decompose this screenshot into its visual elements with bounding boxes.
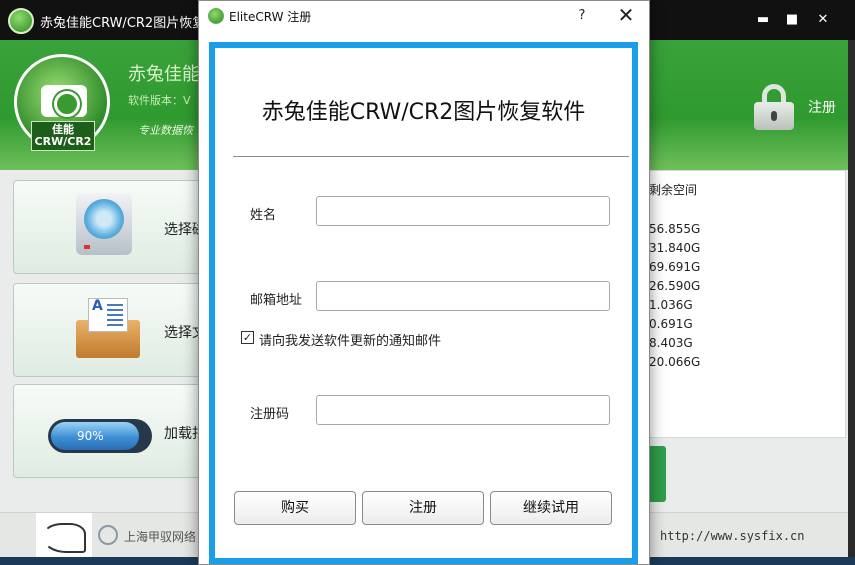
- header-app-name: 赤兔佳能: [128, 64, 200, 85]
- window-edge: [848, 40, 855, 557]
- app-logo-icon: [8, 8, 34, 34]
- divider: [233, 156, 629, 157]
- email-input[interactable]: [316, 281, 610, 311]
- name-input[interactable]: [316, 196, 610, 226]
- select-file-tile[interactable]: A 选择文: [13, 283, 213, 377]
- free-space-cell[interactable]: 26.590G: [649, 279, 700, 293]
- footer-website-link[interactable]: http://www.sysfix.cn: [660, 529, 805, 543]
- free-space-cell[interactable]: 8.403G: [649, 336, 693, 350]
- free-space-cell[interactable]: 56.855G: [649, 222, 700, 236]
- register-button[interactable]: 注册: [362, 491, 484, 525]
- free-space-cell[interactable]: 69.691G: [649, 260, 700, 274]
- registration-code-input[interactable]: [316, 395, 610, 425]
- registration-code-label: 注册码: [250, 407, 290, 422]
- company-icon: [98, 525, 118, 545]
- free-space-cell[interactable]: 20.066G: [649, 355, 700, 369]
- progress-fill: 90%: [51, 422, 140, 450]
- brand-badge-icon: 佳能 CRW/CR2: [14, 54, 110, 151]
- lock-icon[interactable]: [754, 84, 794, 130]
- free-space-column-header: 剩余空间: [649, 183, 698, 197]
- help-button[interactable]: ?: [571, 5, 593, 27]
- header-register-link[interactable]: 注册: [808, 97, 836, 117]
- buy-button[interactable]: 购买: [234, 491, 356, 525]
- header-slogan: 专业数据恢: [138, 124, 193, 137]
- progress-pill: 90%: [48, 419, 152, 453]
- dialog-content-frame: 赤兔佳能CRW/CR2图片恢复软件 姓名 邮箱地址 ✓ 请向我发送软件更新的通知…: [209, 42, 638, 564]
- maximize-button[interactable]: ■: [782, 10, 802, 30]
- header-version: 软件版本：V: [128, 94, 191, 107]
- badge-line-2: CRW/CR2: [34, 135, 92, 148]
- dialog-title: EliteCRW 注册: [229, 10, 312, 24]
- load-scan-tile[interactable]: 90% 加载扫: [13, 384, 213, 478]
- notify-checkbox-label[interactable]: 请向我发送软件更新的通知邮件: [259, 330, 441, 349]
- name-label: 姓名: [250, 208, 277, 223]
- footer-company-name[interactable]: 上海甲驭网络: [124, 528, 196, 545]
- email-label: 邮箱地址: [250, 293, 303, 308]
- continue-trial-button[interactable]: 继续试用: [490, 491, 612, 525]
- select-disk-tile[interactable]: 选择磁: [13, 180, 213, 274]
- notify-checkbox[interactable]: ✓: [241, 331, 254, 344]
- folder-document-icon: A: [76, 298, 140, 358]
- camera-icon: [41, 85, 87, 117]
- minimize-button[interactable]: ▬: [753, 10, 773, 30]
- free-space-cell[interactable]: 1.036G: [649, 298, 693, 312]
- free-space-cell[interactable]: 0.691G: [649, 317, 693, 331]
- dialog-close-button[interactable]: ✕: [613, 5, 639, 27]
- hard-drive-icon: [76, 193, 132, 255]
- main-close-button[interactable]: ✕: [813, 10, 833, 30]
- dialog-titlebar: EliteCRW 注册 ? ✕: [199, 1, 649, 31]
- company-logo-icon: [36, 513, 92, 557]
- free-space-cell[interactable]: 31.840G: [649, 241, 700, 255]
- brand-badge-text: 佳能 CRW/CR2: [31, 121, 95, 151]
- dialog-app-icon: [208, 8, 224, 24]
- dialog-heading: 赤兔佳能CRW/CR2图片恢复软件: [261, 100, 586, 125]
- register-dialog: EliteCRW 注册 ? ✕ 赤兔佳能CRW/CR2图片恢复软件 姓名 邮箱地…: [198, 0, 650, 565]
- main-window-title: 赤兔佳能CRW/CR2图片恢复软: [40, 16, 219, 31]
- drive-list-panel: 剩余空间 56.855G 31.840G 69.691G 26.590G 1.0…: [640, 170, 846, 438]
